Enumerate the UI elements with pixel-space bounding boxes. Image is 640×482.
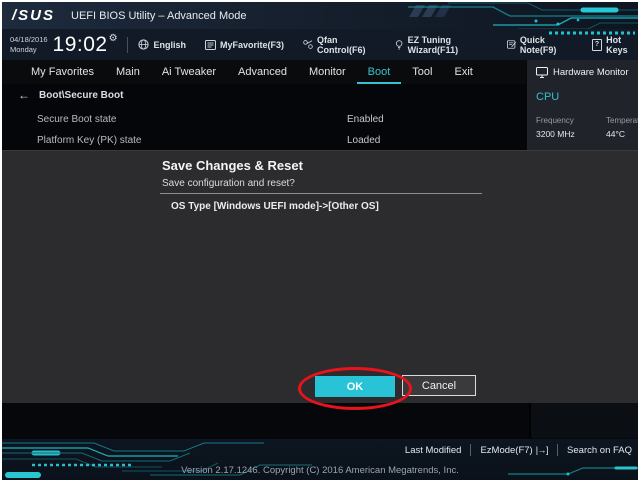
datetime-display: 04/18/2016 Monday 19:02 ⚙ — [10, 31, 118, 58]
quick-note-button[interactable]: Quick Note(F9) — [507, 35, 573, 55]
ez-tuning-label: EZ Tuning Wizard(F11) — [408, 35, 488, 55]
toolbar-divider — [127, 37, 128, 53]
panel-divider-line — [529, 402, 531, 439]
frequency-value: 3200 MHz — [536, 129, 591, 139]
language-label: English — [153, 40, 186, 50]
dialog-change-item: OS Type [Windows UEFI mode]->[Other OS] — [171, 201, 379, 212]
lightbulb-icon — [395, 39, 403, 51]
ezmode-label: EzMode(F7) — [480, 445, 532, 456]
title-bar: /SUS UEFI BIOS Utility – Advanced Mode — [2, 2, 638, 29]
setting-label: Platform Key (PK) state — [37, 135, 141, 146]
globe-icon — [138, 39, 149, 50]
hot-keys-label: Hot Keys — [606, 35, 638, 55]
footer-divider — [470, 444, 471, 456]
monitor-icon — [536, 67, 548, 78]
toolbar-items: English MyFavorite(F3) Qfan Control(F6) — [138, 35, 638, 55]
time-settings-gear-icon[interactable]: ⚙ — [109, 33, 118, 44]
dialog-message: Save configuration and reset? — [162, 178, 295, 189]
temperature-value: 44°C — [606, 129, 640, 139]
footer-bar: Last Modified EzMode(F7) |→] Search on F… — [2, 438, 638, 480]
myfavorite-button[interactable]: MyFavorite(F3) — [205, 40, 284, 50]
back-arrow-icon[interactable]: ← — [18, 88, 30, 102]
quick-toolbar: 04/18/2016 Monday 19:02 ⚙ English — [2, 29, 638, 60]
hardware-monitor-header: Hardware Monitor — [536, 67, 638, 78]
myfavorite-icon — [205, 40, 216, 50]
time-label: 19:02 — [53, 31, 108, 58]
ez-tuning-wizard-button[interactable]: EZ Tuning Wizard(F11) — [395, 35, 487, 55]
day-label: Monday — [10, 45, 48, 55]
qfan-icon — [303, 39, 313, 50]
menu-item-ai-tweaker[interactable]: Ai Tweaker — [151, 60, 227, 84]
ezmode-enter-icon: |→] — [536, 445, 548, 455]
qfan-control-button[interactable]: Qfan Control(F6) — [303, 35, 376, 55]
settings-list: Secure Boot state Enabled Platform Key (… — [2, 109, 526, 151]
ezmode-button[interactable]: EzMode(F7) |→] — [480, 445, 548, 456]
menu-item-my-favorites[interactable]: My Favorites — [20, 60, 105, 84]
save-changes-dialog: Save Changes & Reset Save configuration … — [2, 150, 638, 403]
breadcrumb-path: Boot\Secure Boot — [39, 90, 123, 101]
breadcrumb: ← Boot\Secure Boot — [18, 88, 123, 102]
note-icon — [507, 39, 516, 50]
menu-item-monitor[interactable]: Monitor — [298, 60, 357, 84]
cancel-button[interactable]: Cancel — [402, 375, 476, 396]
menu-item-tool[interactable]: Tool — [401, 60, 443, 84]
date-label: 04/18/2016 — [10, 35, 48, 45]
footer-divider — [557, 444, 558, 456]
ok-button[interactable]: OK — [315, 376, 395, 397]
lower-strip — [2, 402, 638, 439]
main-menu-bar: My Favorites Main Ai Tweaker Advanced Mo… — [2, 60, 526, 84]
cpu-stats: Frequency 3200 MHz Temperature 44°C — [536, 116, 638, 139]
menu-item-boot[interactable]: Boot — [357, 60, 402, 84]
menu-item-main[interactable]: Main — [105, 60, 151, 84]
search-on-faq-button[interactable]: Search on FAQ — [567, 445, 632, 456]
menu-item-advanced[interactable]: Advanced — [227, 60, 298, 84]
cpu-frequency-stat: Frequency 3200 MHz — [536, 116, 591, 139]
cpu-section-label: CPU — [536, 91, 638, 103]
menu-item-exit[interactable]: Exit — [443, 60, 483, 84]
setting-value: Loaded — [347, 135, 380, 146]
bios-screen: /SUS UEFI BIOS Utility – Advanced Mode 0… — [0, 0, 640, 482]
setting-label: Secure Boot state — [37, 114, 117, 125]
last-modified-button[interactable]: Last Modified — [405, 445, 462, 456]
quick-note-label: Quick Note(F9) — [520, 35, 573, 55]
setting-row-secure-boot-state: Secure Boot state Enabled — [2, 109, 526, 130]
qfan-label: Qfan Control(F6) — [317, 35, 376, 55]
setting-value: Enabled — [347, 114, 384, 125]
footer-links: Last Modified EzMode(F7) |→] Search on F… — [405, 444, 632, 456]
hardware-monitor-title: Hardware Monitor — [553, 67, 629, 78]
hot-keys-button[interactable]: ? Hot Keys — [592, 35, 638, 55]
temperature-label: Temperature — [606, 116, 640, 125]
frequency-label: Frequency — [536, 116, 591, 125]
lower-strip-right — [531, 402, 638, 439]
myfavorite-label: MyFavorite(F3) — [220, 40, 284, 50]
dialog-title: Save Changes & Reset — [162, 158, 303, 173]
dialog-separator — [160, 193, 482, 194]
setting-row-platform-key-state: Platform Key (PK) state Loaded — [2, 130, 526, 151]
cpu-temperature-stat: Temperature 44°C — [606, 116, 640, 139]
version-text: Version 2.17.1246. Copyright (C) 2016 Am… — [2, 465, 638, 476]
language-selector[interactable]: English — [138, 39, 186, 50]
dotted-line-decoration — [549, 31, 635, 35]
circuit-decoration-top — [408, 2, 638, 29]
question-icon: ? — [592, 39, 602, 51]
asus-logo: /SUS — [12, 7, 55, 24]
window-title: UEFI BIOS Utility – Advanced Mode — [71, 10, 246, 22]
